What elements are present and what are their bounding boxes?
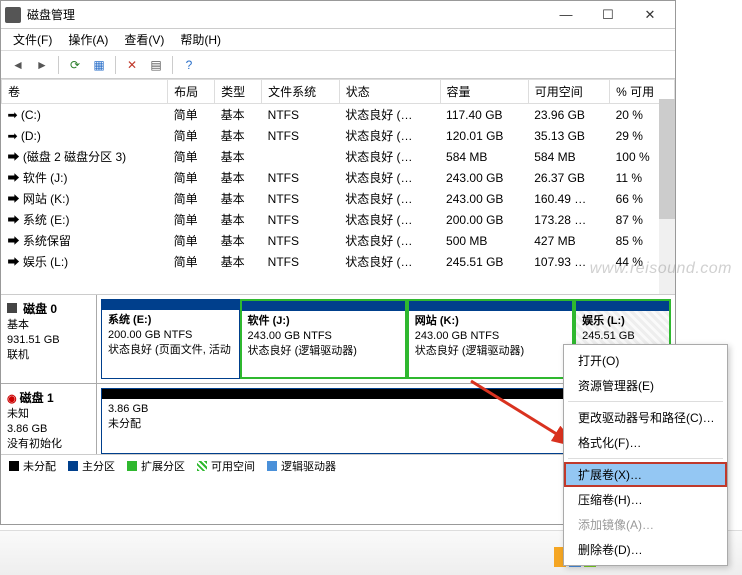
table-row[interactable]: ➡ 系统保留简单基本NTFS状态良好 (…500 MB427 MB85 % bbox=[2, 230, 675, 251]
legend-unallocated: 未分配 bbox=[23, 458, 56, 474]
toolbar: ◄ ► ⟳ ▦ ✕ ▤ ? bbox=[1, 51, 675, 79]
delete-button[interactable]: ✕ bbox=[121, 54, 143, 76]
ctx-add-mirror: 添加镜像(A)… bbox=[564, 512, 727, 537]
col-layout[interactable]: 布局 bbox=[168, 80, 215, 104]
close-button[interactable]: ✕ bbox=[629, 3, 671, 27]
col-volume[interactable]: 卷 bbox=[2, 80, 168, 104]
partition-software-j[interactable]: 软件 (J:) 243.00 GB NTFS 状态良好 (逻辑驱动器) bbox=[240, 299, 407, 379]
ctx-explorer[interactable]: 资源管理器(E) bbox=[564, 373, 727, 398]
table-row[interactable]: ➡ 娱乐 (L:)简单基本NTFS状态良好 (…245.51 GB107.93 … bbox=[2, 251, 675, 272]
ctx-delete-volume[interactable]: 删除卷(D)… bbox=[564, 537, 727, 562]
col-capacity[interactable]: 容量 bbox=[440, 80, 528, 104]
disk-1-label: ◉ 磁盘 1 未知 3.86 GB 没有初始化 bbox=[1, 384, 97, 455]
app-icon bbox=[5, 7, 21, 23]
back-button[interactable]: ◄ bbox=[7, 54, 29, 76]
partition-system-e[interactable]: 系统 (E:) 200.00 GB NTFS 状态良好 (页面文件, 活动 bbox=[101, 299, 240, 379]
disk-0-label: 磁盘 0 基本 931.51 GB 联机 bbox=[1, 295, 97, 383]
titlebar[interactable]: 磁盘管理 — ☐ ✕ bbox=[1, 1, 675, 29]
ctx-extend-volume[interactable]: 扩展卷(X)… bbox=[564, 462, 727, 487]
table-row[interactable]: ➡ 软件 (J:)简单基本NTFS状态良好 (…243.00 GB26.37 G… bbox=[2, 167, 675, 188]
col-fs[interactable]: 文件系统 bbox=[262, 80, 340, 104]
menu-action[interactable]: 操作(A) bbox=[60, 29, 116, 50]
vertical-scrollbar[interactable] bbox=[659, 99, 675, 294]
col-free[interactable]: 可用空间 bbox=[528, 80, 609, 104]
properties-button[interactable]: ▤ bbox=[145, 54, 167, 76]
window-title: 磁盘管理 bbox=[27, 6, 545, 23]
forward-button[interactable]: ► bbox=[31, 54, 53, 76]
menubar: 文件(F) 操作(A) 查看(V) 帮助(H) bbox=[1, 29, 675, 51]
table-row[interactable]: ➡ 系统 (E:)简单基本NTFS状态良好 (…200.00 GB173.28 … bbox=[2, 209, 675, 230]
menu-help[interactable]: 帮助(H) bbox=[172, 29, 229, 50]
legend-extended: 扩展分区 bbox=[141, 458, 185, 474]
ctx-change-letter[interactable]: 更改驱动器号和路径(C)… bbox=[564, 405, 727, 430]
maximize-button[interactable]: ☐ bbox=[587, 3, 629, 27]
legend-logical: 逻辑驱动器 bbox=[281, 458, 336, 474]
col-type[interactable]: 类型 bbox=[215, 80, 262, 104]
view-button[interactable]: ▦ bbox=[88, 54, 110, 76]
table-row[interactable]: ➡ 网站 (K:)简单基本NTFS状态良好 (…243.00 GB160.49 … bbox=[2, 188, 675, 209]
minimize-button[interactable]: — bbox=[545, 3, 587, 27]
table-row[interactable]: ➡ (磁盘 2 磁盘分区 3)简单基本状态良好 (…584 MB584 MB10… bbox=[2, 146, 675, 167]
ctx-shrink-volume[interactable]: 压缩卷(H)… bbox=[564, 487, 727, 512]
menu-file[interactable]: 文件(F) bbox=[5, 29, 60, 50]
refresh-button[interactable]: ⟳ bbox=[64, 54, 86, 76]
ctx-open[interactable]: 打开(O) bbox=[564, 348, 727, 373]
partition-website-k[interactable]: 网站 (K:) 243.00 GB NTFS 状态良好 (逻辑驱动器) bbox=[407, 299, 574, 379]
col-status[interactable]: 状态 bbox=[339, 80, 440, 104]
legend-primary: 主分区 bbox=[82, 458, 115, 474]
ctx-format[interactable]: 格式化(F)… bbox=[564, 430, 727, 455]
menu-view[interactable]: 查看(V) bbox=[116, 29, 172, 50]
legend-free: 可用空间 bbox=[211, 458, 255, 474]
help-button[interactable]: ? bbox=[178, 54, 200, 76]
context-menu: 打开(O) 资源管理器(E) 更改驱动器号和路径(C)… 格式化(F)… 扩展卷… bbox=[563, 344, 728, 566]
table-row[interactable]: ➡ (C:)简单基本NTFS状态良好 (…117.40 GB23.96 GB20… bbox=[2, 104, 675, 126]
table-row[interactable]: ➡ (D:)简单基本NTFS状态良好 (…120.01 GB35.13 GB29… bbox=[2, 125, 675, 146]
volumes-grid[interactable]: 卷 布局 类型 文件系统 状态 容量 可用空间 % 可用 ➡ (C:)简单基本N… bbox=[1, 79, 675, 295]
